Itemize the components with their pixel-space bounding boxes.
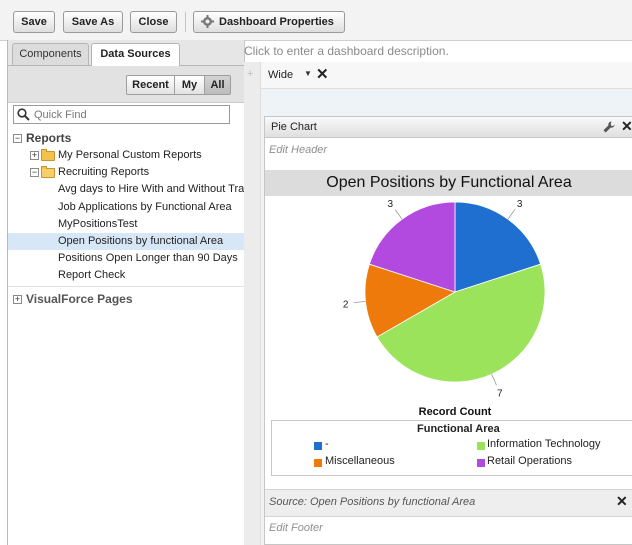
save-as-button[interactable]: Save As — [63, 11, 123, 33]
left-panel: Components Data Sources Recent My All − … — [7, 40, 258, 545]
quick-find-input[interactable] — [34, 107, 224, 122]
dashboard-description[interactable]: Click to enter a dashboard description. — [244, 42, 632, 60]
column-width-select[interactable]: Wide — [268, 69, 293, 81]
expand-visualforce-toggle[interactable]: + — [13, 295, 22, 304]
toolbar-divider — [185, 12, 186, 32]
source-filter-bar: Recent My All — [8, 66, 244, 103]
chart-title: Open Positions by Functional Area — [326, 174, 572, 191]
open-folder-icon — [41, 166, 55, 178]
report-item[interactable]: Job Applications by Functional Area — [8, 199, 244, 216]
report-label: Avg days to Hire With and Without Travel — [58, 183, 259, 195]
collapse-reports-toggle[interactable]: − — [13, 134, 22, 143]
report-item[interactable]: MyPositionsTest — [8, 216, 244, 233]
component-source-label: Source: Open Positions by functional Are… — [269, 496, 476, 508]
filter-my-button[interactable]: My — [174, 75, 205, 95]
remove-source-icon[interactable]: ✕ — [616, 493, 628, 510]
folder-recruiting-reports[interactable]: Recruiting Reports — [58, 166, 149, 178]
legend-title: Functional Area — [417, 423, 500, 435]
reports-root-label[interactable]: Reports — [26, 131, 71, 145]
component-source-bar: Source: Open Positions by functional Are… — [265, 489, 632, 517]
column-add-strip: + — [244, 62, 261, 545]
pie-leader-line — [394, 209, 403, 220]
visualforce-root-label[interactable]: VisualForce Pages — [26, 292, 133, 306]
collapse-folder-toggle[interactable]: − — [30, 168, 39, 177]
pie-leader-line — [353, 301, 366, 304]
pie-data-label: 7 — [497, 388, 503, 399]
report-label: Open Positions by functional Area — [58, 235, 224, 247]
component-type-label: Pie Chart — [271, 121, 317, 133]
pie-data-label: 3 — [517, 199, 523, 210]
folder-icon — [41, 149, 55, 161]
chart-legend: Functional Area - Information Technology… — [271, 420, 632, 476]
search-icon — [17, 108, 30, 121]
report-item-selected[interactable]: Open Positions by functional Area — [8, 233, 244, 250]
dashboard-canvas: + Wide ▼ ✕ Pie Chart ✕ Edit Header Open … — [244, 62, 632, 545]
close-button[interactable]: Close — [130, 11, 177, 33]
pie-data-label: 3 — [388, 199, 394, 210]
wrench-icon[interactable] — [602, 120, 616, 134]
legend-label: Miscellaneous — [325, 455, 395, 467]
report-item[interactable]: Positions Open Longer than 90 Days — [8, 250, 244, 267]
dashboard-component: Pie Chart ✕ Edit Header Open Positions b… — [264, 116, 632, 545]
close-component-icon[interactable]: ✕ — [621, 118, 632, 135]
tab-components[interactable]: Components — [12, 43, 89, 65]
column-width-bar: Wide ▼ ✕ — [261, 62, 632, 89]
dashboard-properties-button[interactable]: Dashboard Properties — [193, 11, 345, 33]
properties-icon — [201, 15, 214, 28]
legend-label: Retail Operations — [487, 455, 572, 467]
legend-swatch — [314, 442, 322, 450]
report-label: Positions Open Longer than 90 Days — [58, 252, 238, 264]
legend-swatch — [477, 459, 485, 467]
edit-header-field[interactable]: Edit Header — [269, 144, 327, 156]
pie-data-label: 2 — [343, 299, 349, 310]
filter-recent-button[interactable]: Recent — [126, 75, 175, 95]
edit-footer-field[interactable]: Edit Footer — [269, 522, 323, 534]
report-item[interactable]: Report Check — [8, 267, 244, 284]
save-button[interactable]: Save — [13, 11, 55, 33]
pie-leader-line — [507, 209, 516, 220]
data-source-tree: − Reports + My Personal Custom Reports −… — [8, 128, 258, 545]
dashboard-properties-label: Dashboard Properties — [219, 16, 334, 28]
pie-leader-line — [491, 374, 497, 386]
report-item[interactable]: Avg days to Hire With and Without Travel — [8, 181, 258, 198]
panel-tabs: Components Data Sources — [8, 40, 244, 66]
quick-find-box[interactable] — [13, 105, 230, 124]
add-column-icon[interactable]: + — [247, 68, 253, 80]
folder-my-personal-custom-reports[interactable]: My Personal Custom Reports — [58, 149, 202, 161]
tree-divider — [8, 286, 244, 287]
report-label: Job Applications by Functional Area — [58, 201, 232, 213]
value-label: Record Count — [419, 406, 492, 418]
filter-all-button[interactable]: All — [204, 75, 231, 95]
legend-label: Information Technology — [487, 438, 601, 450]
toolbar: Save Save As Close Dashboard Properties — [0, 0, 632, 41]
tab-data-sources[interactable]: Data Sources — [91, 43, 180, 66]
legend-swatch — [477, 442, 485, 450]
legend-label: - — [325, 438, 329, 450]
legend-swatch — [314, 459, 322, 467]
pie-chart: 3 7 2 3 Record Count — [343, 199, 546, 418]
component-header-bar: Pie Chart ✕ — [265, 117, 632, 138]
expand-folder-toggle[interactable]: + — [30, 151, 39, 160]
report-label: Report Check — [58, 269, 126, 281]
report-label: MyPositionsTest — [58, 218, 138, 230]
dropdown-arrow-icon[interactable]: ▼ — [304, 69, 312, 78]
chart-title-bar: Open Positions by Functional Area — [265, 170, 632, 196]
remove-column-icon[interactable]: ✕ — [316, 65, 329, 83]
quick-find-area — [8, 103, 244, 127]
